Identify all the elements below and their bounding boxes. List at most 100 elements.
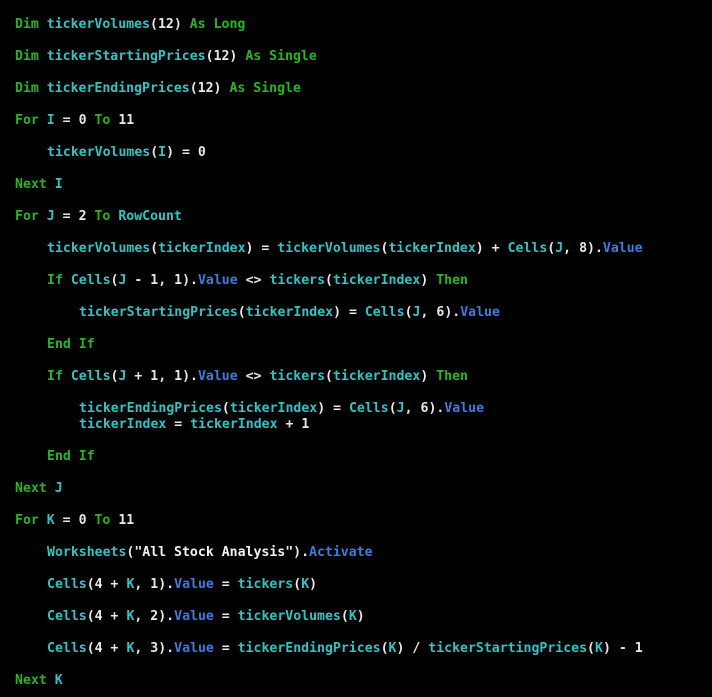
- code-token: <>: [237, 369, 270, 384]
- code-token: For: [15, 113, 39, 128]
- code-token: J: [46, 209, 55, 224]
- code-token: ) =: [333, 305, 365, 320]
- code-line[interactable]: tickerStartingPrices(tickerIndex) = Cell…: [79, 305, 500, 321]
- code-token: tickerIndex: [332, 369, 421, 384]
- code-token: +: [277, 417, 302, 432]
- code-line[interactable]: For K = 0 To 11: [15, 513, 134, 529]
- code-token: =: [54, 209, 79, 224]
- code-token: End: [47, 449, 71, 464]
- code-token: tickerVolumes: [237, 609, 341, 624]
- code-token: tickerEndingPrices: [237, 641, 381, 656]
- code-line[interactable]: tickerVolumes(tickerIndex) = tickerVolum…: [47, 241, 643, 257]
- code-token: K: [301, 577, 310, 592]
- code-editor-surface[interactable]: Dim tickerVolumes(12) As Long Dim tickerS…: [0, 0, 712, 697]
- code-token: ) =: [317, 401, 349, 416]
- code-token: Value: [197, 369, 238, 384]
- code-token: 11: [118, 513, 135, 528]
- code-token: As: [189, 17, 206, 32]
- code-line[interactable]: Worksheets("All Stock Analysis").Activat…: [47, 545, 373, 561]
- code-token: (: [205, 49, 214, 64]
- code-token: 12: [213, 49, 230, 64]
- code-line[interactable]: tickerIndex = tickerIndex + 1: [79, 417, 309, 433]
- code-token: (: [189, 81, 198, 96]
- code-token: 1: [174, 273, 183, 288]
- code-line[interactable]: tickerVolumes(I) = 0: [47, 145, 206, 161]
- code-token: I: [54, 177, 63, 192]
- code-token: (: [404, 305, 413, 320]
- code-token: (: [380, 641, 389, 656]
- code-token: Cells: [47, 641, 87, 656]
- code-token: ) -: [602, 641, 635, 656]
- code-line[interactable]: If Cells(J - 1, 1).Value <> tickers(tick…: [47, 273, 468, 289]
- code-line[interactable]: Dim tickerVolumes(12) As Long: [15, 17, 245, 33]
- code-token: ).: [158, 641, 175, 656]
- code-token: K: [54, 673, 63, 688]
- code-token: Cells: [364, 305, 405, 320]
- code-token: Single: [269, 49, 317, 64]
- code-token: 12: [157, 17, 174, 32]
- code-token: 4: [94, 641, 103, 656]
- code-token: ).: [158, 609, 175, 624]
- code-token: (: [86, 577, 95, 592]
- code-token: tickerIndex: [388, 241, 476, 256]
- code-token: 1: [634, 641, 643, 656]
- code-line[interactable]: Next K: [15, 673, 63, 689]
- code-token: Cells: [70, 369, 111, 384]
- code-line[interactable]: For I = 0 To 11: [15, 113, 134, 129]
- code-token: 0: [78, 513, 87, 528]
- code-token: 8: [579, 241, 588, 256]
- code-token: ).: [182, 273, 198, 288]
- code-token: K: [595, 641, 603, 656]
- code-token: ): [356, 609, 365, 624]
- code-token: (: [587, 641, 595, 656]
- code-token: ) =: [245, 241, 278, 256]
- code-token: ): [420, 273, 437, 288]
- code-token: Then: [436, 369, 468, 384]
- code-token: ).: [428, 401, 445, 416]
- code-token: If: [47, 273, 63, 288]
- code-line[interactable]: End If: [47, 337, 95, 353]
- code-token: As: [245, 49, 262, 64]
- code-line[interactable]: Next J: [15, 481, 63, 497]
- code-token: J: [54, 481, 63, 496]
- code-token: 12: [197, 81, 214, 96]
- code-token: +: [102, 641, 127, 656]
- code-token: RowCount: [118, 209, 182, 224]
- code-line[interactable]: Next I: [15, 177, 63, 193]
- code-line[interactable]: Cells(4 + K, 3).Value = tickerEndingPric…: [47, 641, 643, 657]
- code-line[interactable]: If Cells(J + 1, 1).Value <> tickers(tick…: [47, 369, 468, 385]
- code-token: 0: [78, 113, 87, 128]
- code-line[interactable]: Dim tickerEndingPrices(12) As Single: [15, 81, 301, 97]
- code-token: Long: [213, 17, 246, 32]
- code-line[interactable]: Dim tickerStartingPrices(12) As Single: [15, 49, 317, 65]
- code-token: =: [213, 641, 238, 656]
- code-line[interactable]: For J = 2 To RowCount: [15, 209, 182, 225]
- code-token: (: [325, 273, 333, 288]
- code-token: K: [348, 609, 357, 624]
- code-token: J: [396, 401, 405, 416]
- code-token: <>: [237, 273, 270, 288]
- code-token: ).: [182, 369, 198, 384]
- code-token: 0: [197, 145, 206, 160]
- code-line[interactable]: Cells(4 + K, 1).Value = tickers(K): [47, 577, 317, 593]
- code-line[interactable]: End If: [47, 449, 95, 465]
- code-token: If: [78, 337, 95, 352]
- code-line[interactable]: Cells(4 + K, 2).Value = tickerVolumes(K): [47, 609, 365, 625]
- code-token: For: [15, 513, 39, 528]
- code-line[interactable]: tickerEndingPrices(tickerIndex) = Cells(…: [79, 401, 484, 417]
- code-token: =: [54, 513, 79, 528]
- code-token: tickerEndingPrices: [79, 401, 222, 416]
- code-token: ,: [404, 401, 421, 416]
- code-token: (: [325, 369, 333, 384]
- code-token: I: [158, 145, 167, 160]
- code-token: ) +: [475, 241, 508, 256]
- code-token: Dim: [15, 49, 39, 64]
- code-token: (: [237, 305, 246, 320]
- code-token: ,: [563, 241, 580, 256]
